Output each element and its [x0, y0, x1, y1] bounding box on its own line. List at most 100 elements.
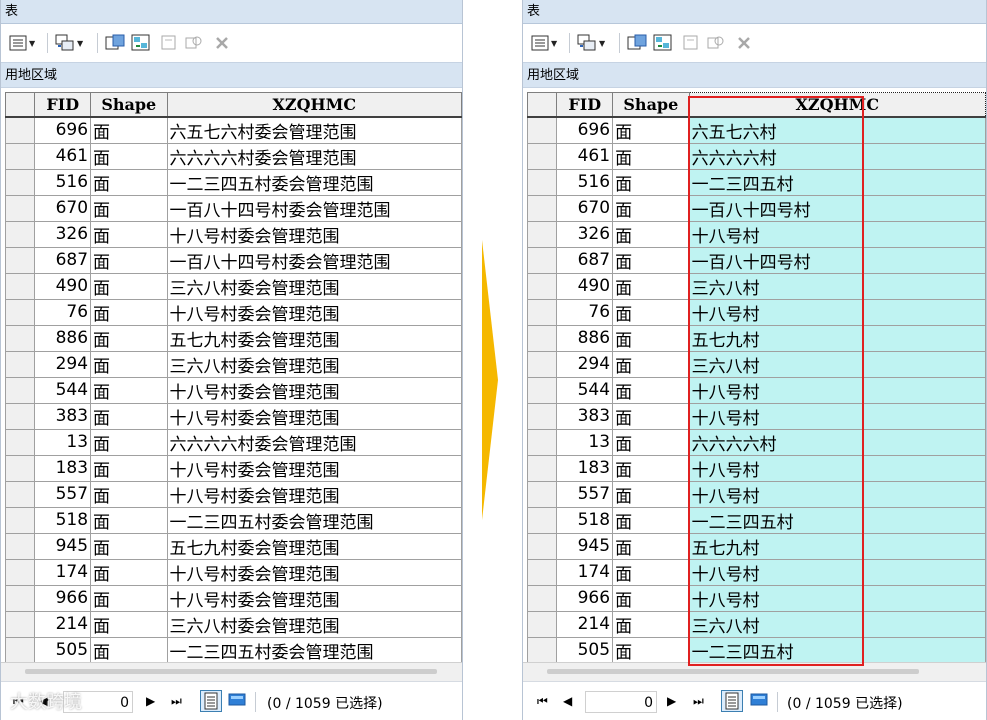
shape-cell[interactable]: 面 [612, 168, 690, 196]
shape-cell[interactable]: 面 [90, 480, 168, 508]
xzqhmc-cell[interactable]: 十八号村 [688, 376, 864, 404]
row-selector-cell[interactable] [5, 558, 36, 586]
fid-cell[interactable]: 326 [34, 220, 92, 248]
shape-cell[interactable]: 面 [612, 454, 690, 482]
table-row[interactable]: 687 面一百八十四号村委会管理范围 [5, 246, 462, 274]
row-selector-cell[interactable] [527, 584, 558, 612]
shape-cell[interactable]: 面 [612, 428, 690, 456]
empty-cell[interactable] [862, 610, 986, 638]
xzqhmc-cell[interactable]: 十八号村委会管理范围 [166, 220, 462, 248]
shape-cell[interactable]: 面 [90, 376, 168, 404]
empty-cell[interactable] [862, 532, 986, 560]
xzqhmc-cell[interactable]: 十八号村委会管理范围 [166, 584, 462, 612]
row-selector-cell[interactable] [5, 246, 36, 274]
row-selector-cell[interactable] [527, 142, 558, 170]
xzqhmc-cell[interactable]: 一二三四五村 [688, 636, 864, 662]
delete-selected-button[interactable] [215, 34, 229, 52]
table-row[interactable]: 383 面十八号村委会管理范围 [5, 402, 462, 430]
shape-cell[interactable]: 面 [612, 298, 690, 326]
shape-cell[interactable]: 面 [612, 402, 690, 430]
shape-cell[interactable]: 面 [90, 246, 168, 274]
row-selector-cell[interactable] [5, 610, 36, 638]
clear-selection-button[interactable] [683, 34, 699, 52]
row-selector-cell[interactable] [527, 428, 558, 456]
column-header-shape[interactable]: Shape [612, 92, 690, 118]
table-row[interactable]: 696 面六五七六村委会管理范围 [5, 116, 462, 144]
current-record-input[interactable]: 0 [585, 691, 657, 713]
zoom-to-selected-button[interactable] [185, 34, 203, 52]
xzqhmc-cell[interactable]: 一百八十四号村委会管理范围 [166, 246, 462, 274]
shape-cell[interactable]: 面 [90, 402, 168, 430]
xzqhmc-cell[interactable]: 一百八十四号村 [688, 194, 864, 222]
xzqhmc-cell[interactable]: 十八号村 [688, 298, 864, 326]
table-row[interactable]: 13 面六六六六村委会管理范围 [5, 428, 462, 456]
shape-cell[interactable]: 面 [90, 116, 168, 144]
xzqhmc-cell[interactable]: 一二三四五村委会管理范围 [166, 168, 462, 196]
table-row[interactable]: 696 面六五七六村 [527, 116, 986, 144]
show-selected-records-button[interactable] [227, 690, 249, 712]
row-selector-cell[interactable] [5, 506, 36, 534]
fid-cell[interactable]: 461 [34, 142, 92, 170]
shape-cell[interactable]: 面 [612, 142, 690, 170]
fid-cell[interactable]: 544 [556, 376, 614, 404]
empty-cell[interactable] [862, 584, 986, 612]
table-row[interactable]: 76 面十八号村 [527, 298, 986, 326]
empty-cell[interactable] [862, 220, 986, 248]
scrollbar-thumb[interactable] [25, 669, 437, 674]
shape-cell[interactable]: 面 [612, 272, 690, 300]
clear-selection-button[interactable] [161, 34, 177, 52]
empty-cell[interactable] [862, 324, 986, 352]
switch-selection-button[interactable] [653, 34, 673, 52]
table-row[interactable]: 461 面六六六六村委会管理范围 [5, 142, 462, 170]
fid-cell[interactable]: 461 [556, 142, 614, 170]
shape-cell[interactable]: 面 [90, 636, 168, 662]
empty-cell[interactable] [862, 636, 986, 662]
fid-cell[interactable]: 945 [556, 532, 614, 560]
row-selector-cell[interactable] [527, 480, 558, 508]
fid-cell[interactable]: 505 [556, 636, 614, 662]
row-selector-cell[interactable] [527, 454, 558, 482]
empty-cell[interactable] [862, 272, 986, 300]
xzqhmc-cell[interactable]: 一二三四五村 [688, 168, 864, 196]
xzqhmc-cell[interactable]: 三六八村委会管理范围 [166, 610, 462, 638]
row-selector-cell[interactable] [5, 168, 36, 196]
table-options-button[interactable]: ▼ [531, 34, 557, 52]
table-row[interactable]: 505 面一二三四五村 [527, 636, 986, 662]
shape-cell[interactable]: 面 [90, 610, 168, 638]
row-selector-header[interactable] [527, 92, 558, 118]
table-row[interactable]: 294 面三六八村委会管理范围 [5, 350, 462, 378]
xzqhmc-cell[interactable]: 三六八村 [688, 610, 864, 638]
empty-cell[interactable] [862, 454, 986, 482]
table-row[interactable]: 966 面十八号村 [527, 584, 986, 612]
row-selector-cell[interactable] [5, 220, 36, 248]
show-all-records-button[interactable] [721, 690, 743, 712]
previous-record-icon[interactable]: ◀ [563, 694, 572, 708]
row-selector-cell[interactable] [5, 428, 36, 456]
fid-cell[interactable]: 294 [556, 350, 614, 378]
table-row[interactable]: 326 面十八号村委会管理范围 [5, 220, 462, 248]
delete-selected-button[interactable] [737, 34, 751, 52]
last-record-icon[interactable]: ⏭ [171, 694, 182, 709]
table-row[interactable]: 945 面五七九村 [527, 532, 986, 560]
shape-cell[interactable]: 面 [612, 532, 690, 560]
xzqhmc-cell[interactable]: 十八号村委会管理范围 [166, 480, 462, 508]
empty-cell[interactable] [862, 480, 986, 508]
shape-cell[interactable]: 面 [90, 350, 168, 378]
table-name-tab[interactable]: 用地区域 [1, 62, 462, 88]
table-row[interactable]: 544 面十八号村委会管理范围 [5, 376, 462, 404]
row-selector-cell[interactable] [527, 194, 558, 222]
table-name-tab[interactable]: 用地区域 [523, 62, 986, 88]
row-selector-cell[interactable] [527, 402, 558, 430]
table-row[interactable]: 490 面三六八村 [527, 272, 986, 300]
xzqhmc-cell[interactable]: 六五七六村 [688, 116, 864, 144]
fid-cell[interactable]: 886 [556, 324, 614, 352]
fid-cell[interactable]: 696 [34, 116, 92, 144]
shape-cell[interactable]: 面 [90, 532, 168, 560]
fid-cell[interactable]: 557 [34, 480, 92, 508]
shape-cell[interactable]: 面 [612, 116, 690, 144]
table-row[interactable]: 326 面十八号村 [527, 220, 986, 248]
xzqhmc-cell[interactable]: 十八号村 [688, 402, 864, 430]
row-selector-cell[interactable] [527, 168, 558, 196]
empty-cell[interactable] [862, 558, 986, 586]
shape-cell[interactable]: 面 [612, 220, 690, 248]
